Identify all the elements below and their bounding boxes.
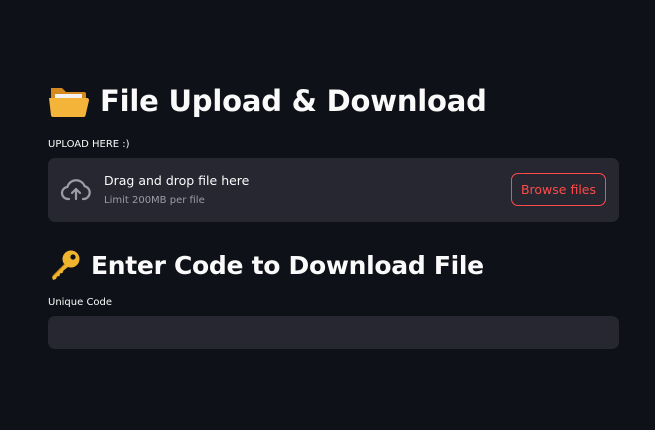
unique-code-label: Unique Code: [48, 297, 113, 308]
browse-files-button[interactable]: Browse files: [510, 173, 606, 206]
app-page: File Upload & Download UPLOAD HERE :) Dr…: [0, 0, 655, 430]
dropzone-instructions: Drag and drop file here: [104, 173, 250, 188]
download-section-title: Enter Code to Download File: [48, 248, 619, 284]
dropzone-text: Drag and drop file here Limit 200MB per …: [104, 172, 249, 208]
page-title-text: File Upload & Download: [100, 84, 487, 118]
open-folder-icon: [48, 84, 90, 118]
download-section-title-text: Enter Code to Download File: [91, 251, 484, 280]
cloud-upload-icon: [60, 178, 92, 202]
main-content: File Upload & Download UPLOAD HERE :) Dr…: [48, 80, 619, 349]
page-title: File Upload & Download: [48, 80, 619, 122]
dropzone-limit: Limit 200MB per file: [104, 195, 205, 206]
upload-label: UPLOAD HERE :): [48, 139, 130, 150]
file-dropzone[interactable]: Drag and drop file here Limit 200MB per …: [48, 158, 619, 222]
unique-code-input[interactable]: [48, 316, 619, 349]
key-icon: [48, 249, 82, 283]
